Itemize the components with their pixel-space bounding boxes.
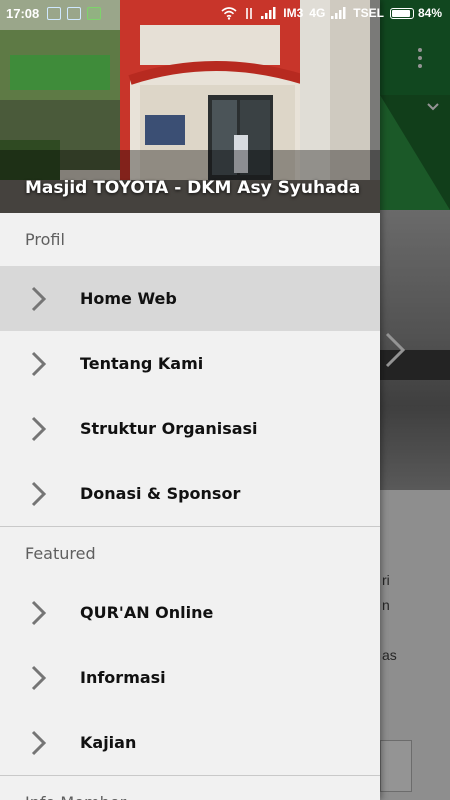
- nav-item-label: Donasi & Sponsor: [80, 484, 241, 503]
- signal-icon: [331, 7, 346, 19]
- screenshot-icon: [47, 6, 62, 20]
- bus-icon: [67, 6, 82, 20]
- nav-item-label: QUR'AN Online: [80, 603, 214, 622]
- chevron-right-icon: [31, 730, 47, 756]
- nav-item-donasi-sponsor[interactable]: Donasi & Sponsor: [0, 461, 380, 526]
- drawer-header: Masjid TOYOTA - DKM Asy Syuhada: [0, 0, 380, 213]
- chevron-right-icon: [31, 351, 47, 377]
- nav-item-quran-online[interactable]: QUR'AN Online: [0, 580, 380, 645]
- nav-item-informasi[interactable]: Informasi: [0, 645, 380, 710]
- nav-item-label: Informasi: [80, 668, 166, 687]
- battery-percent: 84%: [417, 6, 442, 20]
- status-bar: 17:08 IM3 4G TSEL 84%: [0, 0, 450, 26]
- nav-item-label: Tentang Kami: [80, 354, 204, 373]
- status-time: 17:08: [6, 5, 40, 21]
- chevron-right-icon: [31, 481, 47, 507]
- network-type-label: 4G: [309, 6, 326, 20]
- nav-item-label: Kajian: [80, 733, 137, 752]
- navigation-drawer: Masjid TOYOTA - DKM Asy Syuhada Profil H…: [0, 0, 380, 800]
- section-header-featured: Featured: [25, 544, 96, 563]
- nav-item-struktur-organisasi[interactable]: Struktur Organisasi: [0, 396, 380, 461]
- data-transfer-icon: [246, 7, 253, 19]
- chevron-right-icon: [31, 665, 47, 691]
- drawer-header-title: Masjid TOYOTA - DKM Asy Syuhada: [25, 178, 361, 198]
- carrier-2-label: TSEL: [353, 6, 384, 20]
- nav-item-label: Home Web: [80, 289, 177, 308]
- chevron-right-icon: [31, 286, 47, 312]
- android-icon: [87, 6, 102, 20]
- nav-item-tentang-kami[interactable]: Tentang Kami: [0, 331, 380, 396]
- battery-indicator: 84%: [389, 6, 442, 20]
- chevron-right-icon: [31, 600, 47, 626]
- section-header-info-member: Info Member: [0, 776, 380, 800]
- nav-item-label: Struktur Organisasi: [80, 419, 258, 438]
- wifi-icon: [221, 6, 237, 20]
- nav-item-home-web[interactable]: Home Web: [0, 266, 380, 331]
- carrier-1-label: IM3: [283, 6, 304, 20]
- section-header-profil: Profil: [25, 230, 65, 249]
- chevron-right-icon: [31, 416, 47, 442]
- signal-icon: [261, 7, 276, 19]
- nav-item-kajian[interactable]: Kajian: [0, 710, 380, 775]
- battery-icon: [389, 7, 414, 19]
